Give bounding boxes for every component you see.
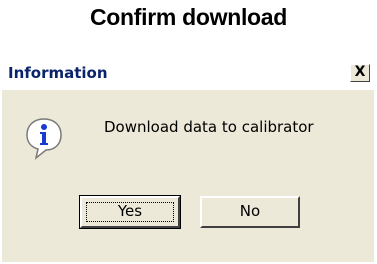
- dialog-message: Download data to calibrator: [104, 118, 314, 136]
- no-button[interactable]: No: [200, 196, 300, 228]
- information-icon: [26, 118, 62, 160]
- dialog-titlebar: Information X: [2, 56, 374, 90]
- page-caption: Confirm download: [89, 4, 288, 30]
- close-icon: X: [354, 64, 366, 80]
- no-button-label: No: [239, 202, 261, 220]
- yes-button-label: Yes: [117, 202, 143, 220]
- dialog-title: Information: [8, 64, 108, 82]
- close-button[interactable]: X: [350, 64, 370, 82]
- information-dialog: Information X Download data to calibrato…: [2, 56, 374, 262]
- yes-button[interactable]: Yes: [79, 195, 181, 229]
